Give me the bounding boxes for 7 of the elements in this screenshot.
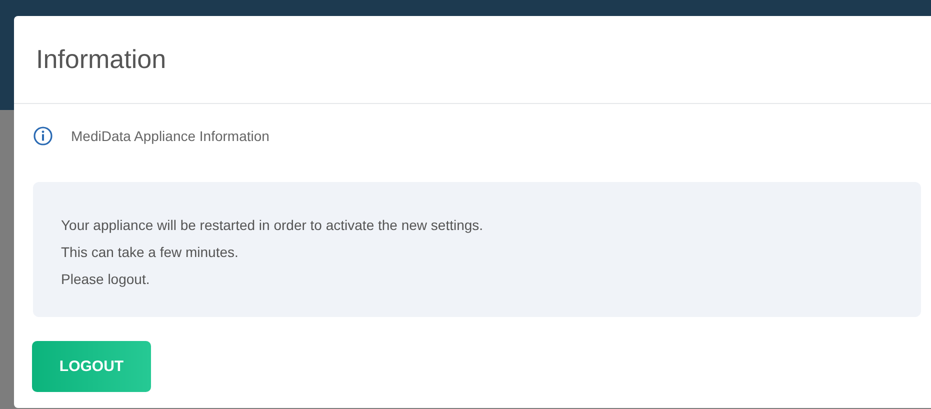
info-heading: MediData Appliance Information — [71, 128, 270, 144]
dialog-title: Information — [36, 44, 166, 75]
message-text: This can take a few minutes. — [61, 243, 240, 262]
message-text: Please logout. — [61, 270, 151, 289]
info-icon — [33, 126, 53, 146]
logout-button[interactable]: LOGOUT — [32, 341, 151, 392]
message-text: Your appliance will be restarted in order to activate the new settings. — [61, 216, 484, 235]
